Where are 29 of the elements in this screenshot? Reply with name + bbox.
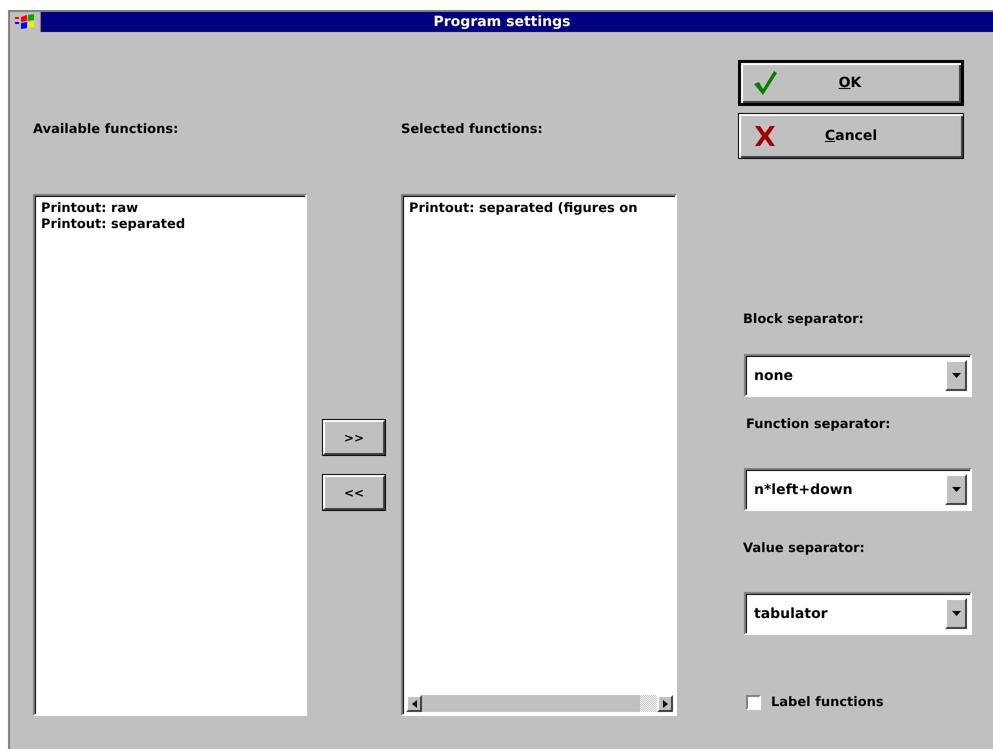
scroll-thumb[interactable] bbox=[640, 695, 657, 712]
dropdown-arrow-icon[interactable] bbox=[952, 487, 960, 492]
check-icon bbox=[751, 69, 779, 97]
transfer-button[interactable]: >> bbox=[323, 420, 385, 455]
dropdown-arrow-icon[interactable] bbox=[952, 611, 960, 616]
dropdown[interactable]: n*left+down bbox=[744, 468, 972, 511]
cancel-button[interactable]: Cancel bbox=[738, 113, 964, 159]
list-label: Selected functions: bbox=[401, 122, 543, 137]
list-label: Available functions: bbox=[33, 122, 178, 137]
dropdown[interactable]: tabulator bbox=[744, 592, 972, 635]
list-item[interactable]: Printout: separated (figures on bbox=[409, 201, 672, 217]
list-item[interactable]: Printout: raw bbox=[41, 201, 302, 217]
dropdown-label: Function separator: bbox=[746, 417, 890, 432]
dropdown-arrow-icon[interactable] bbox=[952, 373, 960, 378]
dropdown[interactable]: none bbox=[744, 354, 972, 397]
dropdown-label: Value separator: bbox=[743, 541, 865, 556]
list-box[interactable]: Printout: raw Printout: separated bbox=[33, 194, 307, 716]
windows-logo-icon[interactable] bbox=[15, 14, 35, 30]
dropdown-label: Block separator: bbox=[743, 312, 864, 327]
transfer-button[interactable]: << bbox=[323, 475, 385, 510]
left-arrow-icon[interactable] bbox=[412, 700, 416, 708]
right-arrow-icon[interactable] bbox=[662, 700, 668, 708]
list-box[interactable]: Printout: separated (figures on bbox=[401, 194, 677, 716]
window-title: Program settings bbox=[432, 14, 572, 30]
horizontal-scrollbar[interactable] bbox=[406, 695, 673, 712]
list-item[interactable]: Printout: separated bbox=[41, 217, 302, 233]
checkbox-label: Label functions bbox=[771, 695, 884, 710]
ok-button[interactable]: OK bbox=[738, 60, 964, 106]
checkbox[interactable] bbox=[746, 695, 761, 710]
